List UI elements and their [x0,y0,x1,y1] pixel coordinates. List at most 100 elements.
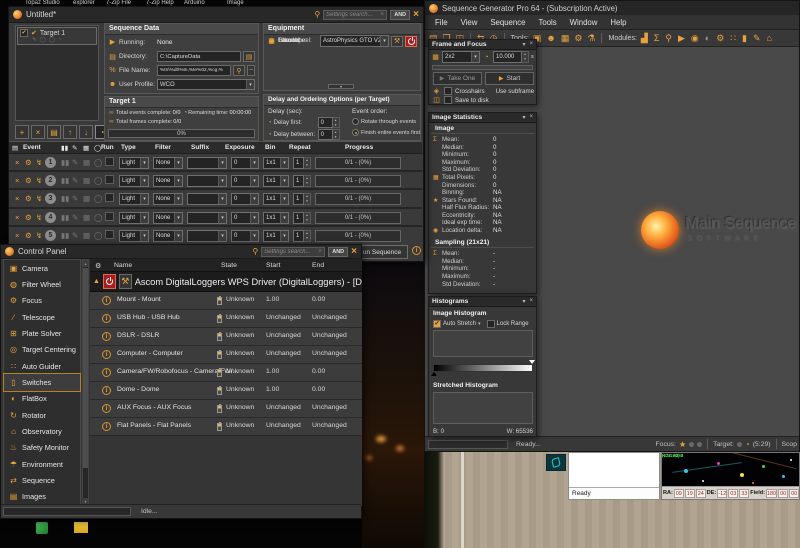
copy-event-icon[interactable]: ▦ [83,193,90,204]
crosshairs-checkbox[interactable] [444,87,452,95]
user-profile-dropdown[interactable]: WCO▾ [157,79,255,90]
run-checkbox[interactable] [105,175,114,184]
menu-item[interactable]: File [435,18,448,27]
pause-event-icon[interactable]: ▮▮ [61,157,69,168]
close-icon[interactable]: × [413,10,419,20]
suffix-dropdown[interactable]: ▾ [187,175,227,187]
toolbar-tool-icon[interactable]: ⚗ [587,33,595,44]
clear-search-icon[interactable]: × [380,11,384,18]
field-value-box[interactable]: 00 [778,489,788,498]
menu-item[interactable]: Sequence [490,18,525,27]
delay-first-spinner[interactable]: 0▴▾ [318,117,340,128]
delete-event-icon[interactable]: × [15,193,19,204]
event-settings-icon[interactable]: ⚙ [25,157,32,168]
taskbar-icon-yellow[interactable] [74,522,88,533]
start-button[interactable]: ▶Start [485,72,534,85]
equipment-dropdown[interactable]: AstroPhysics GTO V2 Moun▾ [320,35,389,47]
de-value-box[interactable]: -12 [717,489,727,498]
rotate-events-radio[interactable] [352,118,359,125]
sidebar-item[interactable]: ◎ Target Centering [4,342,80,358]
type-dropdown[interactable]: Light▾ [119,193,149,205]
switch-row[interactable]: i Dome - Dome Unknown 1.00 0.00 [90,382,362,400]
edit-all-icon[interactable]: ✎ [72,144,77,152]
clear-search-icon[interactable]: × [318,248,322,255]
frame-focus-titlebar[interactable]: Frame and Focus ▾× [429,40,536,50]
close-icon[interactable]: × [529,41,533,48]
use-subframe-label[interactable]: Use subframe [496,88,535,95]
spin-down-icon[interactable]: ▾ [304,163,310,168]
sidebar-item[interactable]: ∕ Telescope [4,309,80,325]
filter-dropdown[interactable]: None▾ [153,175,183,187]
toolbar-module-icon[interactable]: ⚙ [716,33,724,44]
finish-events-radio[interactable] [352,129,359,136]
switch-row[interactable]: i Camera/FW/Robofocus - Camera/FW/... Un… [90,364,362,382]
image-statistics-titlebar[interactable]: Image Statistics ▾× [429,113,536,123]
bin-dropdown[interactable]: 1x1▾ [263,175,289,187]
menu-item[interactable]: Help [610,18,626,27]
repeat-spinner[interactable]: 1▴▾ [293,175,311,187]
spin-down-icon[interactable]: ▾ [333,135,339,140]
exposure-spinner[interactable]: 10.000▴▾ [493,51,529,63]
search-and-toggle[interactable]: AND [390,10,410,20]
edit-event-icon[interactable]: ✎ [72,157,78,168]
save-to-disk-checkbox[interactable] [444,96,452,104]
exposure-dropdown[interactable]: 0▾ [231,193,259,205]
repeat-spinner[interactable]: 1▴▾ [293,193,311,205]
de-value-box[interactable]: 03 [728,489,738,498]
delete-event-icon[interactable]: × [15,157,19,168]
binning-dropdown[interactable]: 2x2▾ [442,51,480,63]
star-chart[interactable]: NGC 6361 NGC 6260 NGC 6193 (Cluster) [662,453,799,488]
toolbar-module-icon[interactable]: ∷ [730,33,736,44]
repeat-spinner[interactable]: 1▴▾ [293,230,311,242]
exposure-dropdown[interactable]: 0▾ [231,175,259,187]
toolbar-tool-icon[interactable]: ▦ [561,33,570,44]
spin-down-icon[interactable]: ▾ [522,57,528,62]
sidebar-item[interactable]: ▤ Images [4,489,80,505]
run-sequence-button[interactable]: un Sequence [356,245,408,259]
filename-field[interactable]: %tn\%dt\%tn,%te%02,%cg,% [157,65,231,76]
type-dropdown[interactable]: Light▾ [119,175,149,187]
ra-value-box[interactable]: 19 [685,489,695,498]
close-icon[interactable]: × [351,247,357,257]
equipment-settings-button[interactable]: ⚒ [391,36,403,47]
bin-dropdown[interactable]: 1x1▾ [263,230,289,242]
toolbar-module-icon[interactable]: ▟ [641,33,648,44]
field-value-box[interactable]: 180 [766,489,777,498]
collapse-icon[interactable]: ▾ [522,298,525,305]
ra-value-box[interactable]: 09 [674,489,684,498]
copy-event-icon[interactable]: ▦ [83,175,90,186]
collapse-icon[interactable]: ▾ [522,114,525,121]
bin-dropdown[interactable]: 1x1▾ [263,212,289,224]
histograms-titlebar[interactable]: Histograms ▾× [429,297,536,307]
white-point-marker[interactable] [529,360,535,364]
close-icon[interactable]: × [529,298,533,305]
target-list-item[interactable]: ✔ ✔ Target 1 ✎ ◯ ◯ ◔ [17,27,97,45]
target-checkbox[interactable]: ✔ [20,29,28,37]
menu-item[interactable]: View [461,18,478,27]
sidebar-item[interactable]: ↻ Rotator [4,407,80,423]
repeat-spinner[interactable]: 1▴▾ [293,157,311,169]
event-settings-icon[interactable]: ⚙ [25,230,32,241]
collapse-icon[interactable]: ▾ [522,41,525,48]
spin-down-icon[interactable]: ▾ [304,199,310,204]
switch-row[interactable]: i Computer - Computer Unknown Unchanged … [90,346,362,364]
scroll-up-icon[interactable]: ▴ [83,260,88,267]
control-panel-titlebar[interactable]: Control Panel ⚲ Settings search...× AND … [1,245,361,259]
delete-event-icon[interactable]: × [15,175,19,186]
suffix-dropdown[interactable]: ▾ [187,193,227,205]
spin-down-icon[interactable]: ▾ [304,181,310,186]
taskbar-icon-green[interactable] [36,522,48,534]
toolbar-module-icon[interactable]: ⚲ [665,33,672,44]
repeat-spinner[interactable]: 1▴▾ [293,212,311,224]
exposure-dropdown[interactable]: 0▾ [231,212,259,224]
menu-item[interactable]: Tools [538,18,556,27]
info-icon[interactable]: i [412,246,421,255]
suffix-dropdown[interactable]: ▾ [187,157,227,169]
edit-event-icon[interactable]: ✎ [72,230,78,241]
settings-search-input[interactable]: Settings search...× [323,10,387,20]
toolbar-module-icon[interactable]: Σ [654,33,660,43]
sequencer-titlebar[interactable]: Untitled* ⚲ Settings search...× AND × [9,7,423,23]
suffix-dropdown[interactable]: ▾ [187,230,227,242]
sidebar-item[interactable]: ⊞ Plate Solver [4,325,80,341]
pause-event-icon[interactable]: ▮▮ [61,175,69,186]
